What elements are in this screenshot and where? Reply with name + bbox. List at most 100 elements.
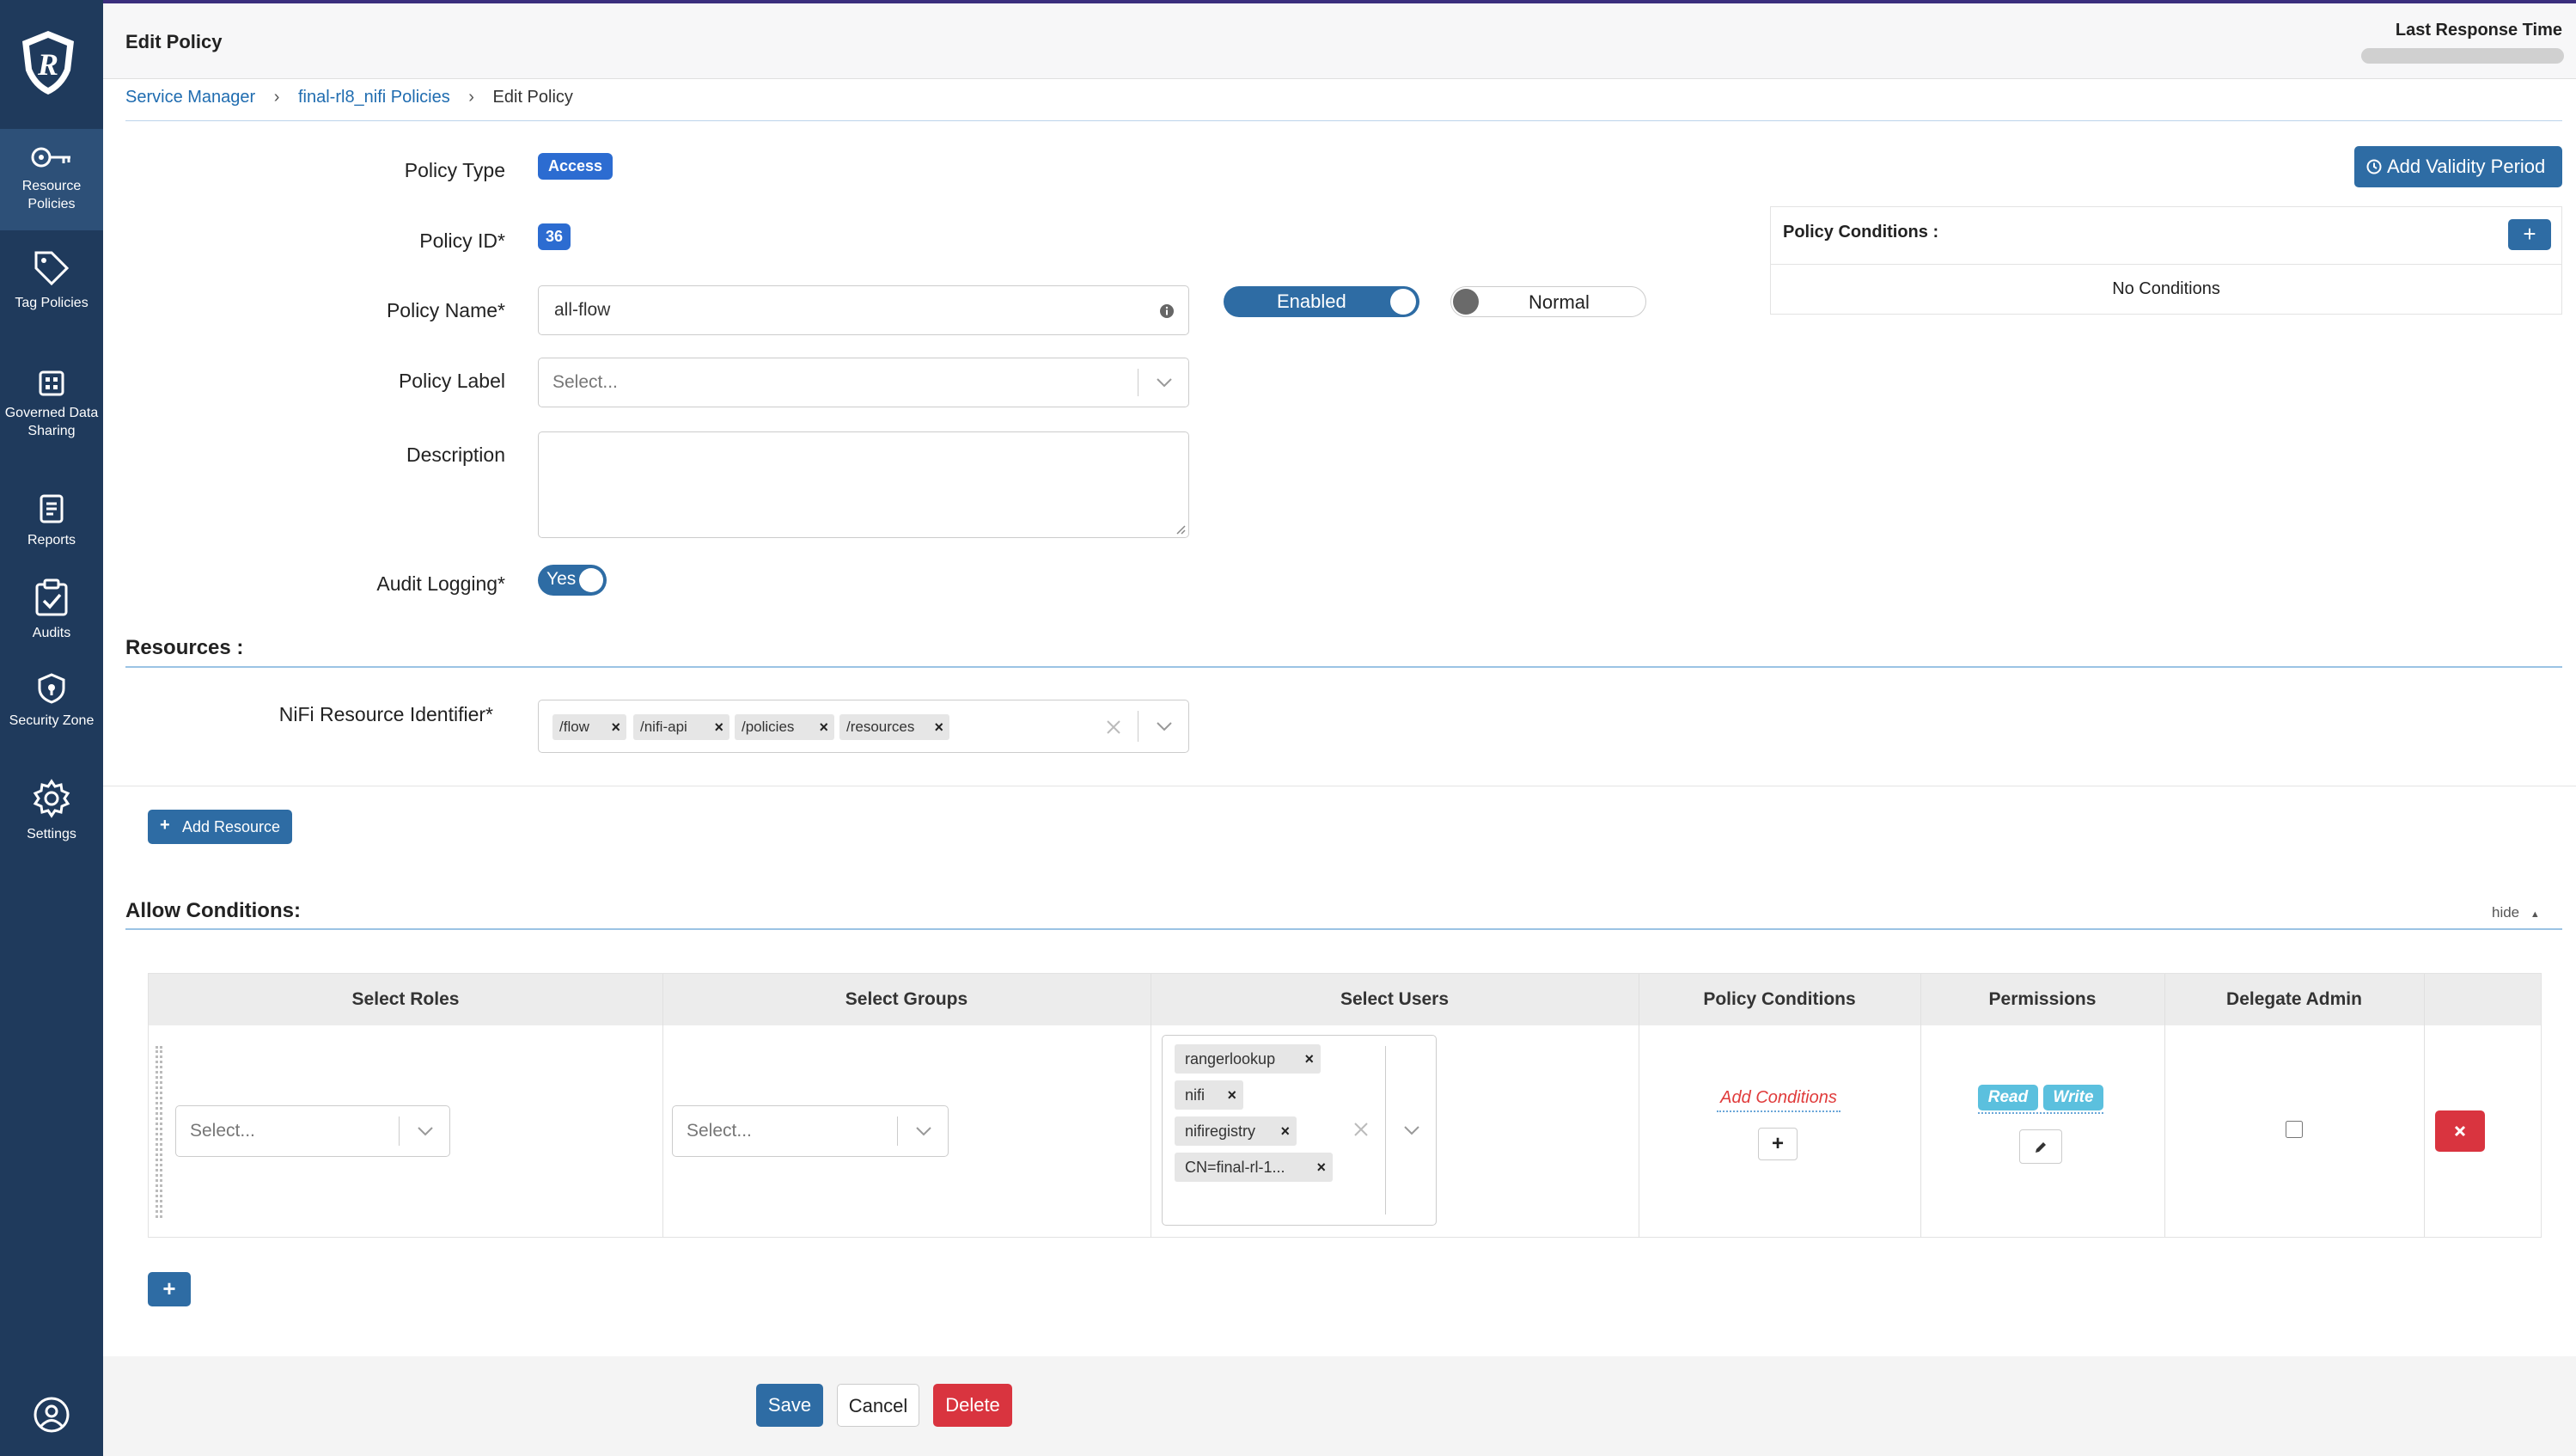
- policy-label-select[interactable]: Select...: [538, 358, 1189, 407]
- resize-handle-icon[interactable]: [1175, 524, 1186, 535]
- remove-tag-icon[interactable]: ×: [934, 714, 943, 740]
- resources-divider: [125, 666, 2562, 668]
- edit-permissions-button[interactable]: [2019, 1129, 2062, 1164]
- remove-tag-icon[interactable]: ×: [1227, 1080, 1236, 1110]
- column-divider: [1920, 974, 1921, 1237]
- remove-tag-icon[interactable]: ×: [1316, 1153, 1326, 1182]
- resource-tag: /nifi-api ×: [633, 714, 729, 740]
- users-select[interactable]: rangerlookup × nifi × nifiregistry × CN=fin…: [1162, 1035, 1437, 1226]
- remove-tag-icon[interactable]: ×: [1304, 1044, 1314, 1074]
- chevron-down-icon[interactable]: [1156, 377, 1173, 388]
- add-validity-period-label: Add Validity Period: [2387, 156, 2546, 177]
- user-menu[interactable]: [0, 1396, 103, 1439]
- breadcrumb: Service Manager › final-rl8_nifi Policie…: [125, 88, 573, 107]
- user-tag-label: nifiregistry: [1185, 1123, 1256, 1140]
- report-icon: [40, 494, 64, 523]
- breadcrumb-service-manager[interactable]: Service Manager: [125, 88, 255, 107]
- sidebar-item-settings[interactable]: Settings: [0, 779, 103, 847]
- delete-button[interactable]: Delete: [933, 1384, 1012, 1427]
- roles-placeholder: Select...: [190, 1121, 255, 1141]
- sidebar-item-label: Tag Policies: [15, 296, 89, 310]
- add-condition-plus-button[interactable]: +: [1758, 1128, 1798, 1160]
- toggle-knob: [1390, 289, 1416, 315]
- sidebar-item-security-zone[interactable]: Security Zone: [0, 672, 103, 767]
- description-textarea[interactable]: [538, 431, 1189, 538]
- enabled-label: Enabled: [1277, 291, 1346, 312]
- audit-logging-value: Yes: [546, 569, 577, 589]
- hide-label: hide: [2492, 904, 2520, 921]
- policy-name-label: Policy Name*: [386, 299, 505, 321]
- breadcrumb-current: Edit Policy: [492, 88, 573, 107]
- drag-handle[interactable]: [156, 1046, 162, 1218]
- dropdown-separator: [1385, 1046, 1386, 1214]
- clear-icon[interactable]: [1106, 719, 1121, 735]
- normal-toggle[interactable]: Normal: [1450, 286, 1646, 317]
- resource-tag-label: /flow: [559, 719, 589, 735]
- column-header: Permissions: [1988, 989, 2097, 1009]
- clear-icon[interactable]: [1353, 1122, 1369, 1137]
- roles-select[interactable]: Select...: [175, 1105, 450, 1157]
- policy-conditions-panel: Policy Conditions : + No Conditions: [1770, 206, 2562, 315]
- user-tag-label: CN=final-rl-1...: [1185, 1159, 1285, 1176]
- last-response-time-bar: [2361, 48, 2564, 64]
- sidebar-item-resource-policies[interactable]: Resource Policies: [0, 129, 103, 230]
- chevron-right-icon: ›: [273, 88, 280, 107]
- user-tag-label: rangerlookup: [1185, 1050, 1276, 1068]
- audit-logging-toggle[interactable]: Yes: [538, 565, 607, 596]
- remove-tag-icon[interactable]: ×: [1280, 1116, 1290, 1146]
- divider: [1771, 264, 2561, 265]
- column-header: Select Users: [1340, 989, 1450, 1009]
- permissions-underline: [1978, 1112, 2103, 1114]
- hide-toggle[interactable]: hide ▲: [2492, 904, 2540, 921]
- nifi-resource-identifier-select[interactable]: /flow × /nifi-api × /policies × /resources ×: [538, 700, 1189, 753]
- allow-conditions-divider: [125, 928, 2562, 930]
- policy-label-placeholder: Select...: [552, 372, 618, 392]
- description-label: Description: [406, 444, 505, 466]
- info-icon[interactable]: [1159, 303, 1175, 319]
- breadcrumb-policies[interactable]: final-rl8_nifi Policies: [298, 88, 450, 107]
- sidebar-item-reports[interactable]: Reports: [0, 493, 103, 554]
- delegate-admin-checkbox[interactable]: [2286, 1121, 2303, 1138]
- enabled-toggle[interactable]: Enabled: [1224, 286, 1419, 317]
- column-header: Select Groups: [845, 989, 968, 1009]
- key-icon: [31, 147, 70, 168]
- save-button[interactable]: Save: [756, 1384, 823, 1427]
- sidebar-item-tag-policies[interactable]: Tag Policies: [0, 249, 103, 344]
- shield-lock-icon: [38, 673, 65, 704]
- remove-tag-icon[interactable]: ×: [819, 714, 828, 740]
- user-tag: nifi ×: [1175, 1080, 1243, 1110]
- resource-tag: /policies ×: [735, 714, 834, 740]
- add-conditions-link[interactable]: Add Conditions: [1638, 1088, 1920, 1108]
- chevron-down-icon[interactable]: [417, 1126, 434, 1136]
- add-validity-period-button[interactable]: Add Validity Period: [2354, 146, 2562, 187]
- chevron-down-icon[interactable]: [915, 1126, 932, 1136]
- add-policy-condition-button[interactable]: +: [2508, 219, 2551, 250]
- ranger-logo[interactable]: R: [17, 28, 79, 96]
- chevron-down-icon[interactable]: [1156, 721, 1173, 731]
- delete-row-button[interactable]: [2435, 1110, 2485, 1152]
- toggle-knob: [579, 568, 603, 592]
- toggle-knob: [1453, 289, 1479, 315]
- policy-name-input[interactable]: all-flow: [538, 285, 1189, 335]
- audit-logging-label: Audit Logging*: [376, 572, 505, 595]
- tag-icon: [34, 251, 70, 286]
- permission-write-badge: Write: [2043, 1085, 2103, 1110]
- column-divider: [662, 974, 663, 1237]
- remove-tag-icon[interactable]: ×: [611, 714, 620, 740]
- groups-select[interactable]: Select...: [672, 1105, 949, 1157]
- resource-tag-label: /resources: [846, 719, 915, 735]
- user-tag: CN=final-rl-1... ×: [1175, 1153, 1333, 1182]
- cancel-button[interactable]: Cancel: [837, 1384, 919, 1427]
- policy-type-badge: Access: [538, 153, 613, 180]
- remove-tag-icon[interactable]: ×: [714, 714, 723, 740]
- plus-icon: +: [1771, 1132, 1784, 1155]
- policy-id-badge: 36: [538, 223, 571, 250]
- sidebar-item-label: Audits: [32, 626, 71, 640]
- add-resource-button[interactable]: + Add Resource: [148, 810, 292, 844]
- sidebar: R Resource Policies Tag Policies Governe…: [0, 0, 103, 1456]
- sidebar-item-governed-data-sharing[interactable]: Governed Data Sharing: [0, 370, 103, 464]
- sidebar-item-audits[interactable]: Audits: [0, 578, 103, 646]
- add-allow-condition-button[interactable]: +: [148, 1272, 191, 1306]
- chevron-down-icon[interactable]: [1403, 1125, 1420, 1135]
- dropdown-separator: [897, 1116, 898, 1146]
